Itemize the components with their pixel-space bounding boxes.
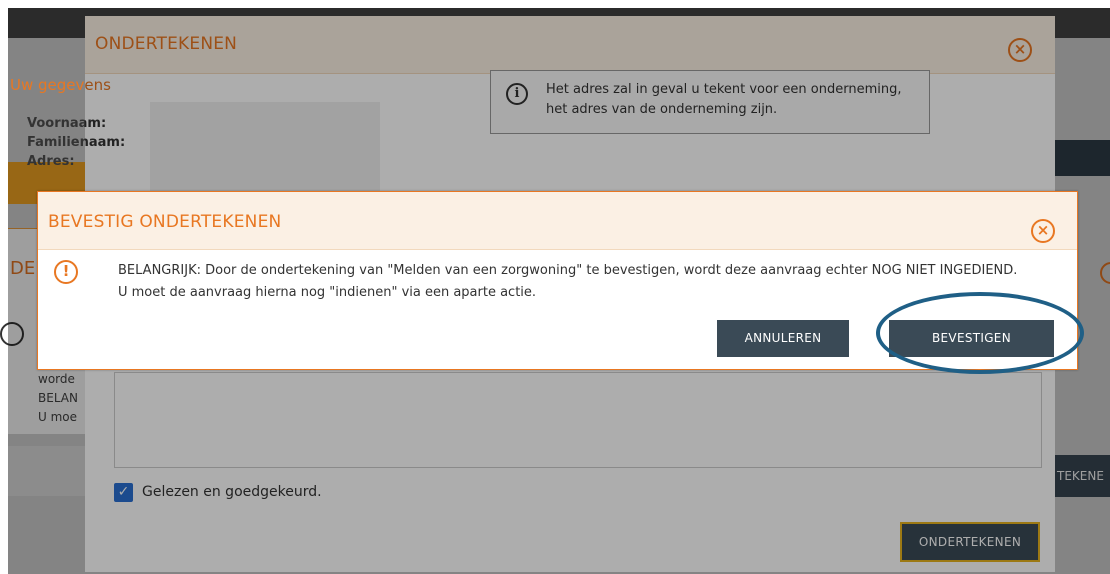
field-label-adres: Adres:: [27, 154, 75, 169]
confirm-message-line-1: BELANGRIJK: Door de ondertekening van "M…: [118, 263, 1018, 278]
cancel-button[interactable]: ANNULEREN: [717, 320, 849, 357]
highlight-ellipse-annotation: [876, 292, 1084, 374]
warning-circle-icon: !: [54, 260, 78, 284]
confirm-dialog-title: BEVESTIG ONDERTEKENEN: [48, 212, 282, 232]
confirm-dialog-header: BEVESTIG ONDERTEKENEN ×: [38, 192, 1077, 250]
close-circle-icon[interactable]: ×: [1031, 219, 1055, 243]
